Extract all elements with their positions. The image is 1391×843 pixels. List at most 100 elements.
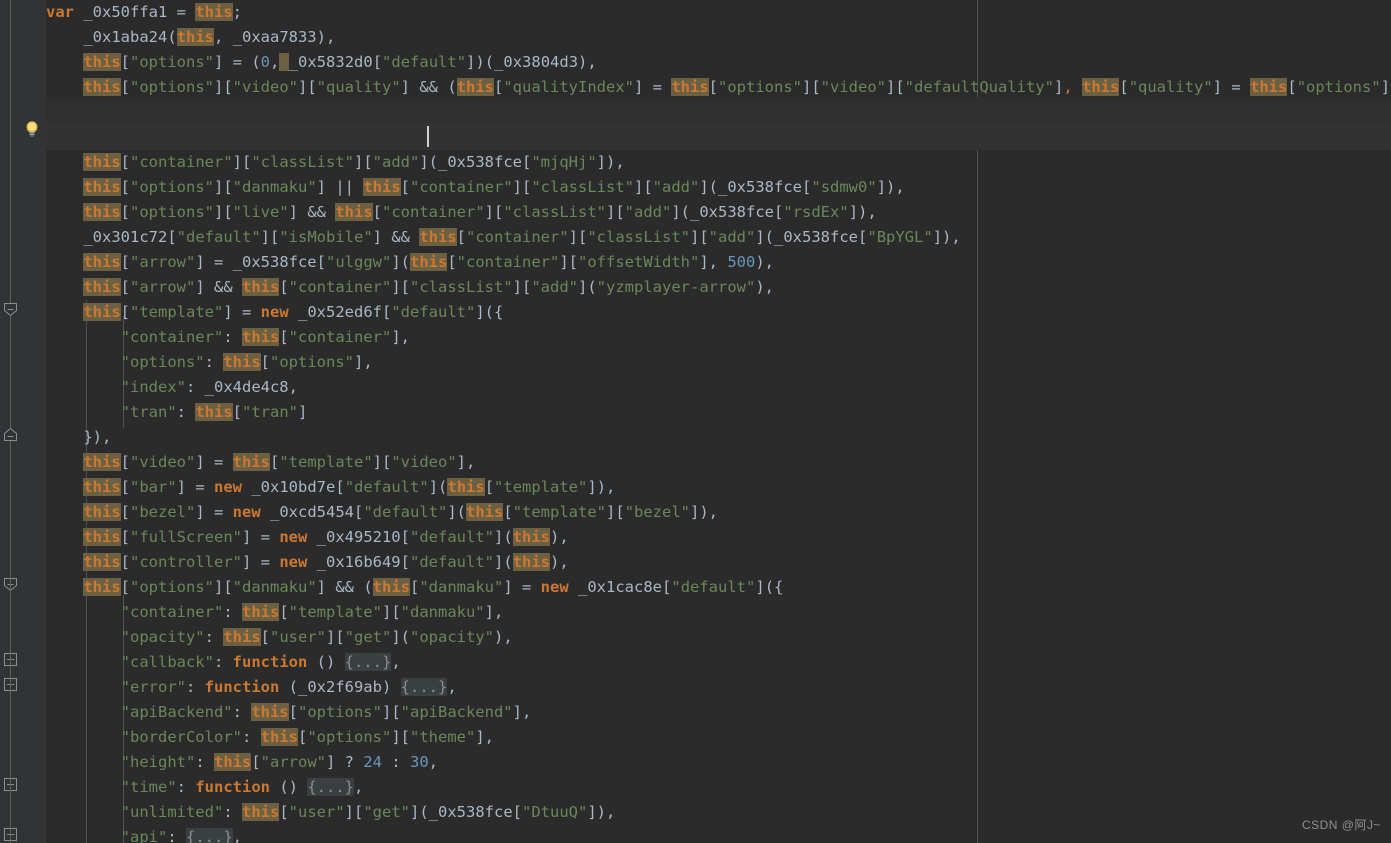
code-line[interactable]: this["arrow"] && this["container"]["clas… bbox=[46, 275, 774, 300]
code-token-str: "default" bbox=[410, 553, 494, 571]
code-line[interactable]: "container": this["template"]["danmaku"]… bbox=[46, 600, 503, 625]
code-token-op: [ bbox=[297, 728, 308, 746]
code-line[interactable]: this["template"] = new _0x52ed6f["defaul… bbox=[46, 300, 503, 325]
code-token-str: "template" bbox=[512, 503, 607, 521]
code-line[interactable]: "apiBackend": this["options"]["apiBacken… bbox=[46, 700, 531, 725]
code-token-op: ), bbox=[316, 28, 336, 46]
code-token-op: [ bbox=[279, 803, 289, 821]
code-token-op: ][ bbox=[391, 278, 410, 296]
code-line[interactable]: "time": function () {...}, bbox=[46, 775, 363, 800]
code-token-op: , bbox=[391, 653, 401, 671]
fold-expand-error[interactable] bbox=[4, 678, 18, 692]
code-token-op: ] = bbox=[195, 453, 233, 471]
code-token-op bbox=[46, 578, 83, 596]
code-token-op: ] = bbox=[195, 503, 233, 521]
code-token-op: ] = bbox=[241, 553, 280, 571]
code-line[interactable]: this["video"] = this["template"]["video"… bbox=[46, 450, 475, 475]
code-token-num: 500 bbox=[727, 253, 756, 271]
code-line[interactable]: "unlimited": this["user"]["get"](_0x538f… bbox=[46, 800, 615, 825]
code-token-str: "isMobile" bbox=[279, 228, 373, 246]
code-token-op: ][ bbox=[484, 203, 504, 221]
code-token-this: this bbox=[335, 203, 373, 221]
code-token-this: this bbox=[195, 3, 233, 21]
code-token-str: "container" bbox=[120, 328, 224, 346]
code-token-op: [ bbox=[120, 303, 130, 321]
code-line[interactable]: "container": this["container"], bbox=[46, 325, 410, 350]
code-token-str: "danmaku" bbox=[419, 578, 504, 596]
code-token-op: [ bbox=[120, 153, 130, 171]
code-line[interactable]: "height": this["arrow"] ? 24 : 30, bbox=[46, 750, 438, 775]
editor-gutter[interactable] bbox=[0, 0, 46, 843]
lightbulb-icon[interactable] bbox=[24, 120, 40, 138]
code-line[interactable]: _0x1aba24(this, _0xaa7833), bbox=[46, 25, 335, 50]
code-token-op: : bbox=[204, 353, 224, 371]
code-line[interactable]: }), bbox=[46, 425, 111, 450]
code-line[interactable]: this["fullScreen"] = new _0x495210["defa… bbox=[46, 525, 569, 550]
code-line[interactable]: "error": function (_0x2f69ab) {...}, bbox=[46, 675, 457, 700]
code-token-str: "error" bbox=[120, 678, 186, 696]
code-token-op: ] && ( bbox=[400, 78, 457, 96]
code-token-op: [ bbox=[1287, 78, 1297, 96]
fold-region-line bbox=[10, 0, 11, 303]
code-token-op: [ bbox=[382, 303, 392, 321]
code-token-op: [ bbox=[484, 478, 495, 496]
fold-collapse-template[interactable] bbox=[4, 303, 18, 317]
code-token-fold: {...} bbox=[400, 678, 448, 696]
code-line[interactable]: this["options"]["danmaku"] || this["cont… bbox=[46, 175, 905, 200]
code-token-op: ], bbox=[512, 703, 532, 721]
code-token-op: ]), bbox=[932, 228, 961, 246]
code-token-str: "quality" bbox=[1128, 78, 1213, 96]
code-line[interactable]: "index": _0x4de4c8, bbox=[46, 375, 298, 400]
code-token-fold: {...} bbox=[344, 653, 392, 671]
code-line[interactable]: "callback": function () {...}, bbox=[46, 650, 401, 675]
code-token-fold: {...} bbox=[186, 828, 233, 843]
code-line[interactable]: "tran": this["tran"] bbox=[46, 400, 307, 425]
code-line[interactable]: this["controller"] = new _0x16b649["defa… bbox=[46, 550, 569, 575]
code-token-op: : bbox=[381, 753, 410, 771]
code-token-op: [ bbox=[120, 503, 130, 521]
code-line[interactable]: var _0x50ffa1 = this; bbox=[46, 0, 242, 25]
code-token-op: ]( bbox=[391, 628, 411, 646]
code-token-str: "sdmw0" bbox=[811, 178, 877, 196]
fold-expand-api[interactable] bbox=[4, 828, 18, 842]
code-token-op: ] ? bbox=[325, 753, 364, 771]
text-caret bbox=[427, 126, 429, 147]
code-token-op: ]( bbox=[699, 178, 719, 196]
code-token-this: this bbox=[466, 503, 504, 521]
fold-expand-callback[interactable] bbox=[4, 653, 18, 667]
code-line[interactable]: this["options"]["live"] && this["contain… bbox=[46, 200, 877, 225]
fold-expand-time[interactable] bbox=[4, 778, 18, 792]
code-token-str: "ulggw" bbox=[326, 253, 392, 271]
code-token-this: this bbox=[363, 178, 401, 196]
code-token-op: [ bbox=[279, 603, 289, 621]
code-token-op: [ bbox=[410, 578, 420, 596]
code-line[interactable]: "borderColor": this["options"]["theme"], bbox=[46, 725, 494, 750]
code-line[interactable]: this["bar"] = new _0x10bd7e["default"](t… bbox=[46, 475, 615, 500]
code-token-op: ), bbox=[550, 553, 569, 571]
code-line[interactable]: this["options"] = (0, _0x5832d0["default… bbox=[46, 50, 597, 75]
code-token-op: ][ bbox=[344, 803, 364, 821]
code-token-op: ][ bbox=[214, 78, 233, 96]
code-token-op: ][ bbox=[298, 78, 317, 96]
code-token-op: [ bbox=[662, 578, 672, 596]
code-line[interactable]: this["bezel"] = new _0xcd5454["default"]… bbox=[46, 500, 718, 525]
code-line[interactable]: "api": {...}, bbox=[46, 825, 242, 843]
code-line[interactable]: "options": this["options"], bbox=[46, 350, 373, 375]
code-line[interactable]: "opacity": this["user"]["get"]("opacity"… bbox=[46, 625, 513, 650]
code-token-op: ]( bbox=[671, 203, 691, 221]
code-token-str: "yzmplayer-arrow" bbox=[596, 278, 756, 296]
code-token-op: ]( bbox=[428, 478, 448, 496]
code-line[interactable]: this["options"]["danmaku"] && (this["dan… bbox=[46, 575, 783, 600]
code-line[interactable]: this["arrow"] = _0x538fce["ulggw"](this[… bbox=[46, 250, 774, 275]
fold-end-template[interactable] bbox=[4, 428, 18, 442]
code-line[interactable]: this["container"]["classList"]["add"](_0… bbox=[46, 150, 625, 175]
code-token-op bbox=[569, 578, 578, 596]
code-editor[interactable]: var _0x50ffa1 = this; _0x1aba24(this, _0… bbox=[0, 0, 1391, 843]
code-token-op: ][ bbox=[606, 503, 625, 521]
code-line[interactable]: _0x301c72["default"]["isMobile"] && this… bbox=[46, 225, 961, 250]
code-token-op: [ bbox=[447, 253, 457, 271]
code-token-op: [ bbox=[494, 78, 504, 96]
code-token-op: ] = bbox=[241, 528, 280, 546]
code-token-op bbox=[46, 653, 121, 671]
fold-collapse-danmaku[interactable] bbox=[4, 578, 18, 592]
